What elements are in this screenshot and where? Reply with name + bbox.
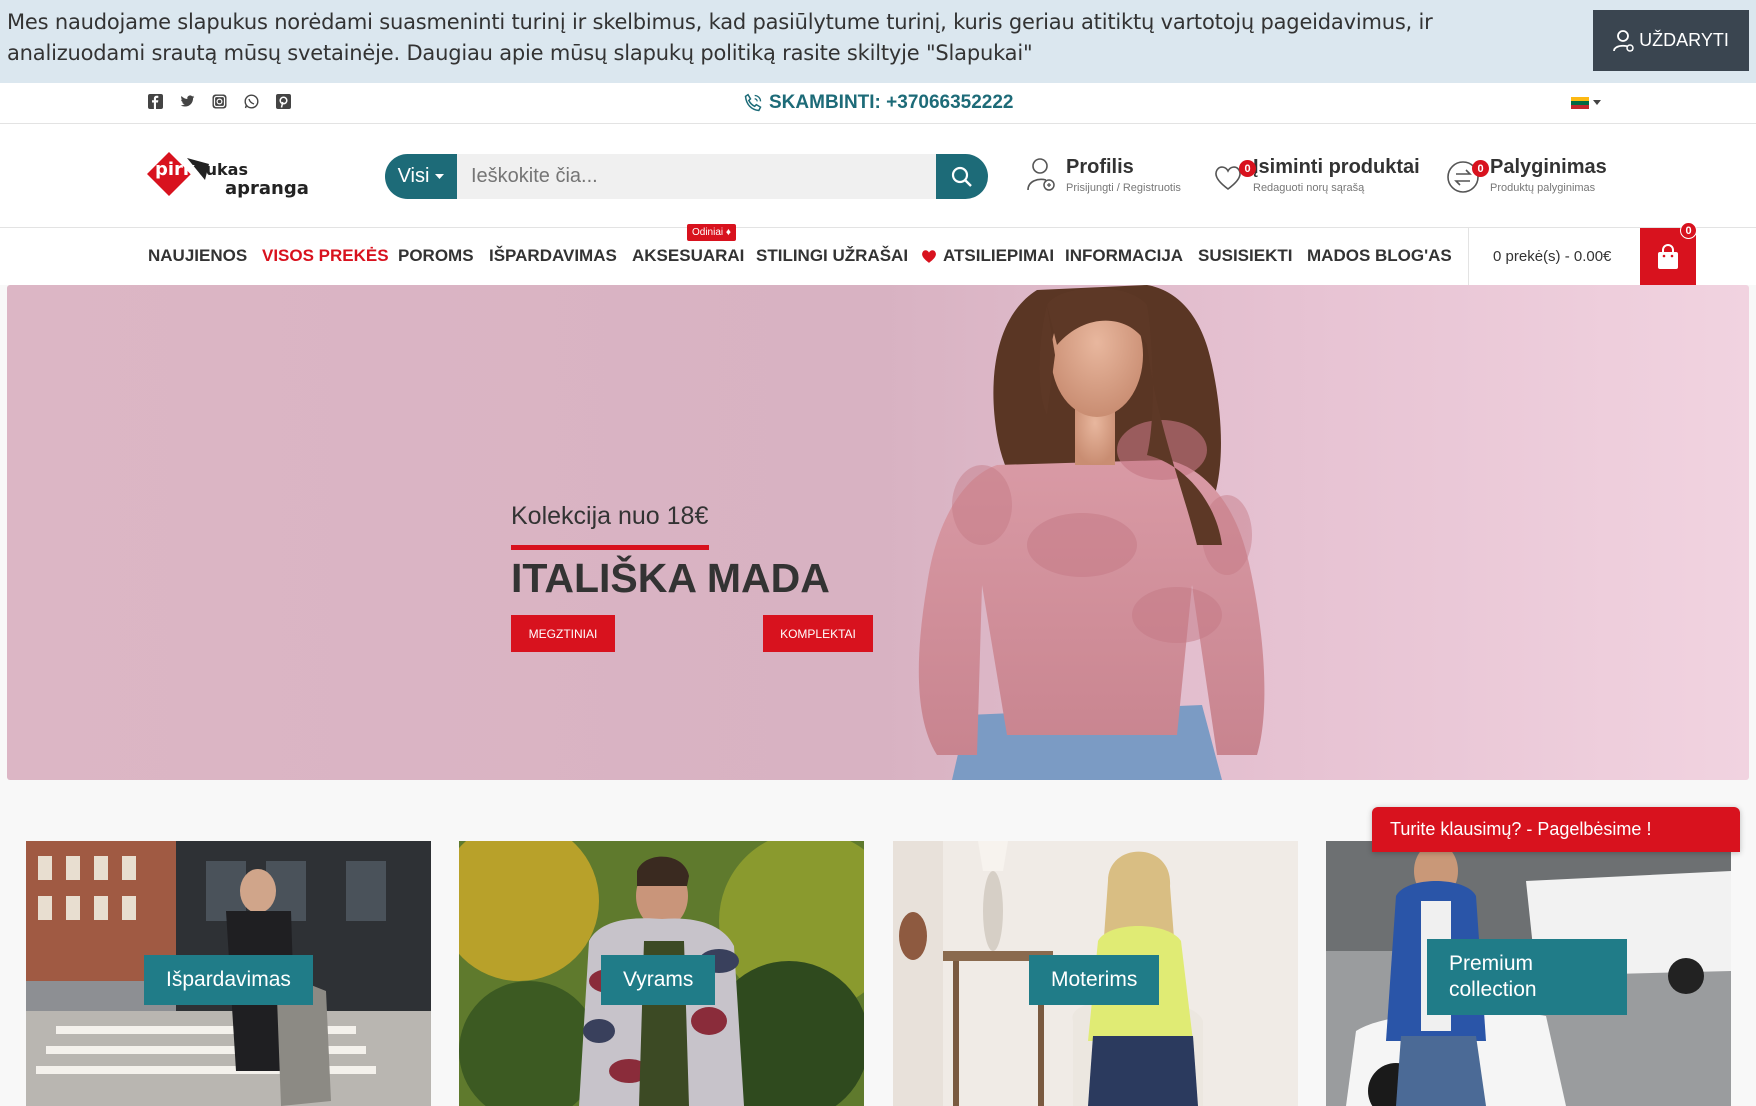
nav-item-visos-prekes[interactable]: VISOS PREKĖS [262,246,389,266]
top-bar: SKAMBINTI: +37066352222 [0,83,1756,124]
wishlist-title: Įsiminti produktai [1253,156,1420,178]
instagram-icon[interactable] [212,94,227,109]
hero-button-megztiniai[interactable]: MEGZTINIAI [511,615,615,652]
category-card-moterims[interactable]: Moterims [893,841,1298,1106]
nav-item-aksesuarai[interactable]: AKSESUARAI [632,246,744,266]
nav-divider [1468,228,1469,285]
chevron-down-icon [1593,100,1601,105]
compare-title: Palyginimas [1490,156,1607,178]
whatsapp-icon[interactable] [244,94,259,109]
cookie-banner: Mes naudojame slapukus norėdami suasmeni… [0,0,1756,83]
wishlist-subtitle: Redaguoti norų sąrašą [1253,182,1365,194]
nav-item-ispardavimas[interactable]: IŠPARDAVIMAS [489,246,617,266]
search-bar: Visi [385,154,988,199]
nav-item-mados-blogas[interactable]: MADOS BLOG'AS [1307,246,1452,266]
chevron-down-icon [435,173,445,179]
hero-button-komplektai[interactable]: KOMPLEKTAI [763,615,873,652]
phone-link[interactable]: SKAMBINTI: +37066352222 [743,92,1014,114]
pinterest-icon[interactable] [276,94,291,109]
search-category-label: Visi [397,165,430,187]
nav-item-susisiekti[interactable]: SUSISIEKTI [1198,246,1292,266]
nav-item-stilingi-uzrasai[interactable]: STILINGI UŽRAŠAI [756,246,908,266]
cart-button[interactable]: 0 [1640,222,1697,285]
twitter-icon[interactable] [180,94,195,109]
user-icon [1613,29,1634,52]
compare-link[interactable]: 0 Palyginimas Produktų palyginimas [1446,156,1607,199]
page: Mes naudojame slapukus norėdami suasmeni… [0,0,1756,1106]
cart-summary[interactable]: 0 prekė(s) - 0.00€ [1493,248,1611,265]
cookie-close-label: UŽDARYTI [1639,30,1729,50]
category-label-moterims: Moterims [1029,955,1160,1005]
category-card-vyrams[interactable]: Vyrams [459,841,864,1106]
wishlist-count-badge: 0 [1239,160,1256,177]
cookie-close-button[interactable]: UŽDARYTI [1593,10,1749,71]
wishlist-link[interactable]: 0 Įsiminti produktai Redaguoti norų sąra… [1213,156,1420,197]
profile-title: Profilis [1066,156,1134,178]
category-label-premium-collection: Premium collection [1427,939,1627,1015]
hero-banner: Kolekcija nuo 18€ ITALIŠKA MADA MEGZTINI… [7,285,1749,780]
facebook-icon[interactable] [148,94,163,109]
search-input[interactable] [457,154,936,199]
phone-icon [744,93,762,112]
profile-link[interactable]: Profilis Prisijungti / Registruotis [1026,156,1181,194]
nav-tag-badge: Odiniai ♦ [687,224,737,241]
search-button[interactable] [936,154,988,199]
svg-text:tukas: tukas [198,160,248,179]
search-icon [951,166,972,187]
nav-item-naujienos[interactable]: NAUJIENOS [148,246,247,266]
hero-title: ITALIŠKA MADA [511,555,830,601]
nav-item-atsiliepimai-label: ATSILIEPIMAI [943,246,1055,265]
nav-item-poroms[interactable]: POROMS [398,246,474,266]
category-label-ispardavimas: Išpardavimas [144,955,313,1005]
search-category-select[interactable]: Visi [385,154,457,199]
language-selector[interactable] [1571,97,1601,109]
heart-icon [922,250,936,263]
category-label-vyrams: Vyrams [601,955,716,1005]
compare-subtitle: Produktų palyginimas [1490,182,1596,194]
hero-divider [511,545,709,550]
cart-count-badge: 0 [1680,222,1697,239]
hero-subtitle: Kolekcija nuo 18€ [511,502,709,530]
nav-item-atsiliepimai[interactable]: ATSILIEPIMAI [920,246,1054,266]
phone-text: SKAMBINTI: +37066352222 [769,92,1014,113]
hero-model-image [918,285,1265,780]
compare-count-badge: 0 [1472,160,1489,177]
svg-text:pirk: pirk [155,159,196,180]
site-header: pirk tukas apranga Visi Profilis Prisiju… [0,124,1756,228]
category-card-ispardavimas[interactable]: Išpardavimas [26,841,431,1106]
nav-item-informacija[interactable]: INFORMACIJA [1065,246,1183,266]
user-icon [1027,158,1055,191]
logo[interactable]: pirk tukas apranga [147,150,317,200]
profile-subtitle: Prisijungti / Registruotis [1066,182,1181,194]
chat-widget-button[interactable]: Turite klausimų? - Pagelbėsime ! [1372,807,1740,852]
lithuania-flag-icon [1571,97,1589,109]
cookie-text: Mes naudojame slapukus norėdami suasmeni… [7,10,1433,65]
category-card-premium-collection[interactable]: Premium collection [1326,841,1731,1106]
svg-text:apranga: apranga [225,178,309,199]
shopping-bag-icon [1658,243,1678,269]
social-links [148,94,291,109]
